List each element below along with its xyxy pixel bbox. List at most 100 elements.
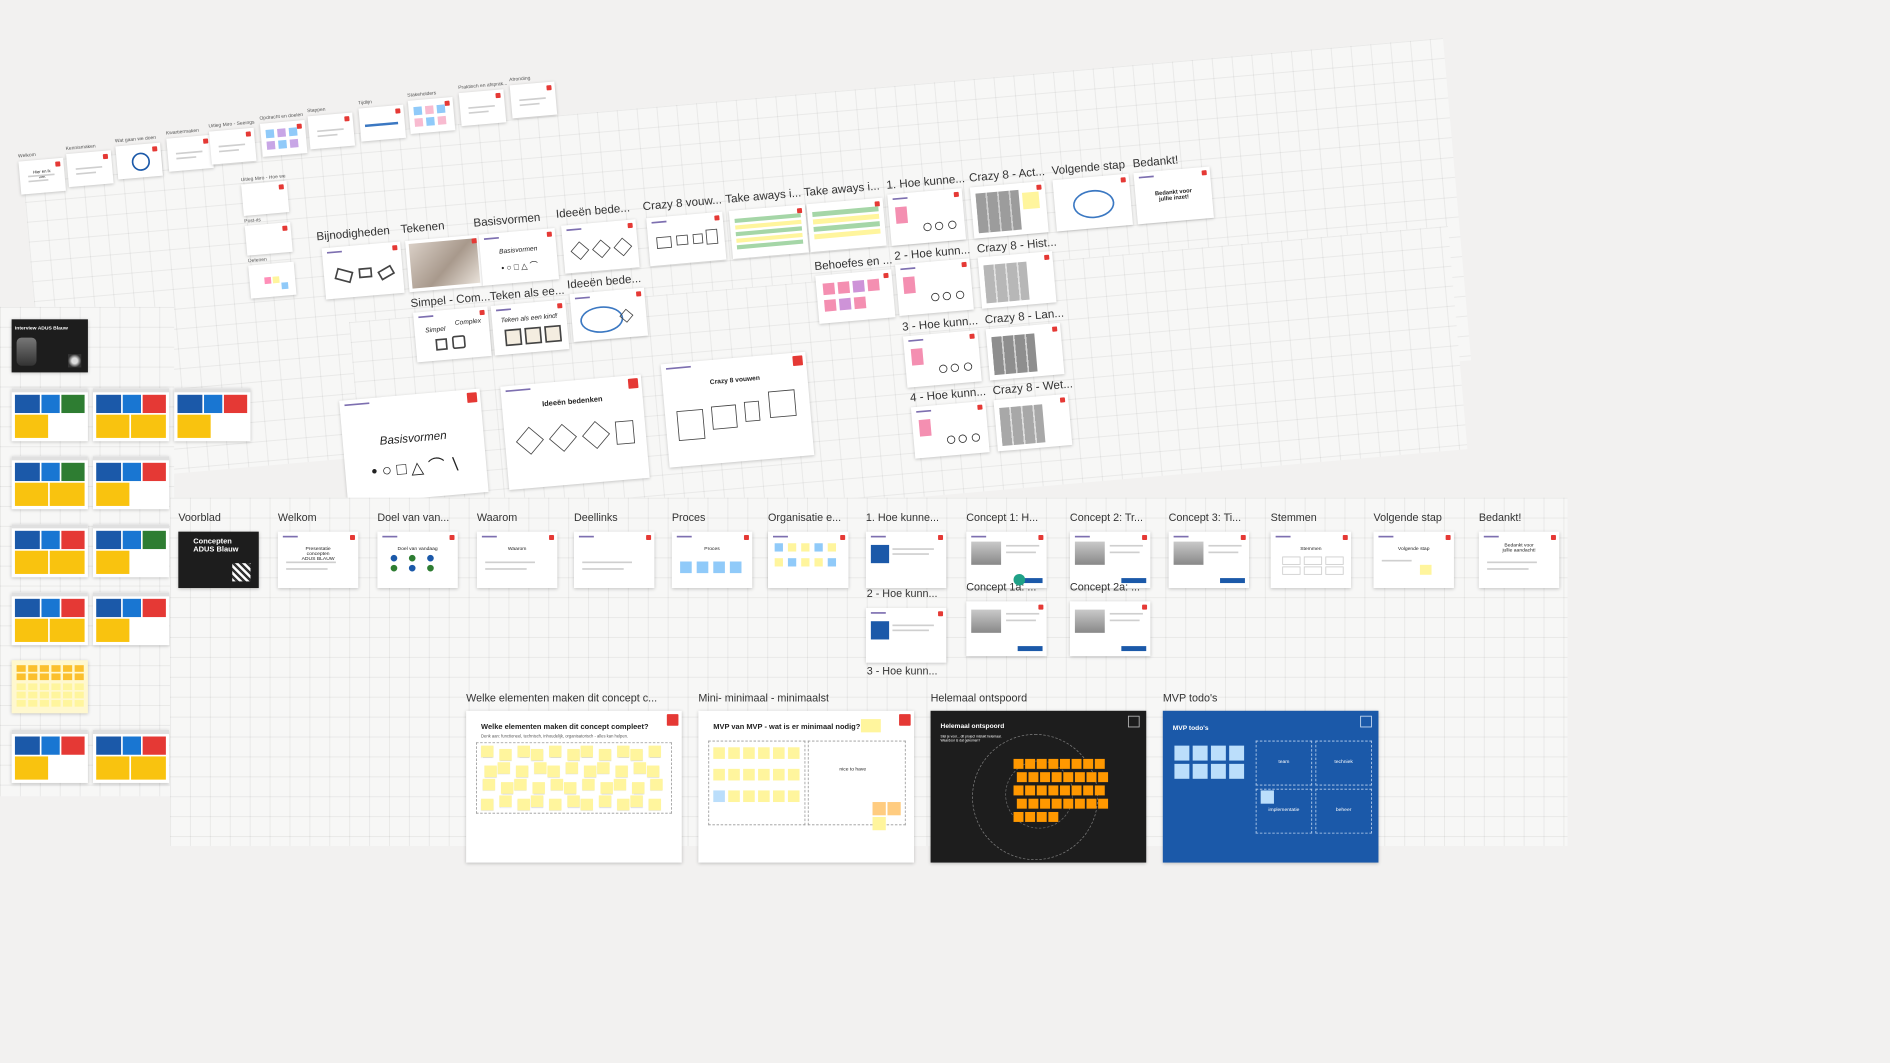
text-line: [317, 128, 344, 133]
portrait-photo: [16, 337, 37, 366]
frame-volgende-stap[interactable]: [1052, 173, 1133, 232]
frame-crazy8-lan[interactable]: [985, 322, 1065, 381]
presentation-frame[interactable]: [573, 531, 655, 589]
persona-board[interactable]: [11, 388, 88, 442]
miro-board[interactable]: Welkom Hier en ik ziet Kennismaken Wat gaan…: [0, 0, 1568, 882]
intro-frame[interactable]: [407, 97, 456, 134]
board-title: MVP todo's: [1172, 724, 1209, 732]
frame-oefenen[interactable]: [248, 261, 297, 299]
presentation-frame[interactable]: Presentatie concepten ADUS BLAUW: [277, 531, 359, 589]
frame-interview-adus[interactable]: Interview ADUS Blauw: [11, 319, 88, 373]
intro-frame[interactable]: [166, 134, 214, 172]
board-helemaal-ontspoord[interactable]: Helemaal ontspoord Stel je voor... dit p…: [930, 710, 1147, 863]
persona-board[interactable]: [92, 729, 170, 783]
presentation-frame[interactable]: Doel van vandaag: [377, 531, 458, 589]
frame-label: Deellinks: [573, 510, 618, 524]
sticky-note: [281, 282, 289, 290]
frame-teken-als-kind[interactable]: Teken als een kind!: [490, 299, 570, 356]
frame-take-aways-1[interactable]: [728, 204, 810, 259]
presentation-frame[interactable]: Proces: [671, 531, 753, 589]
corner-marker: [495, 92, 501, 99]
slide-basisvormen-large[interactable]: Basisvormen • ○ □ △ ⌒ ∖: [339, 388, 489, 505]
frame-hoe-kunnen-2b[interactable]: [865, 607, 947, 663]
frame-post-its[interactable]: [244, 221, 293, 256]
frame-ideeen-bedenken-1[interactable]: [561, 219, 640, 274]
sticky-note: [549, 798, 562, 811]
persona-board[interactable]: [92, 524, 170, 578]
corner-marker: [395, 108, 401, 114]
intro-frame[interactable]: [458, 89, 507, 127]
intro-frame[interactable]: [307, 112, 356, 150]
persona-board[interactable]: [92, 592, 170, 646]
sticky-note: [787, 790, 800, 803]
frame-ideeen-bedenken-2[interactable]: [569, 287, 649, 343]
logo-icon: [971, 535, 987, 541]
frame-crazy8-hist[interactable]: [977, 251, 1057, 309]
persona-board[interactable]: [11, 524, 88, 578]
corner-marker: [1342, 534, 1348, 540]
frame-uitleg-hoe[interactable]: [241, 180, 290, 217]
presentation-frame[interactable]: [1069, 531, 1151, 589]
frame-bijnodigheden[interactable]: [321, 241, 405, 300]
frame-hoe-kunnen-2[interactable]: [895, 258, 974, 316]
frame-simpel-complex[interactable]: Simpel Complex: [413, 306, 492, 363]
sticky-note: [617, 798, 630, 811]
board-welke-elementen[interactable]: Welke elementen maken dit concept comple…: [466, 710, 682, 863]
frame-behoeftes[interactable]: [815, 269, 896, 324]
presentation-frame[interactable]: Bedankt voor jullie aandacht!: [1478, 531, 1560, 589]
persona-board[interactable]: [11, 592, 88, 646]
intro-frame[interactable]: [115, 142, 163, 180]
intro-frame[interactable]: [358, 104, 407, 142]
logo-icon: [495, 308, 512, 315]
frame-hoe-kunnen-1[interactable]: [887, 188, 967, 246]
persona-board[interactable]: [11, 660, 88, 714]
frame-tekenen[interactable]: [405, 234, 484, 293]
frame-crazy8-act[interactable]: [969, 180, 1049, 239]
persona-board[interactable]: [92, 456, 170, 510]
text-line: [1109, 612, 1143, 615]
header-band: [92, 524, 170, 529]
sticky-note: [1210, 763, 1226, 779]
presentation-frame[interactable]: [865, 531, 947, 589]
slide-ideeen-bedenken-large[interactable]: Ideeën bedenken: [500, 374, 650, 491]
persona-board[interactable]: [11, 456, 88, 510]
sticky-note: [743, 768, 755, 781]
frame-hoe-kunnen-4[interactable]: [910, 400, 990, 459]
frame-concept-1a[interactable]: [966, 601, 1047, 657]
presentation-frame[interactable]: Waarom: [476, 531, 558, 589]
dot: [427, 554, 434, 562]
yellow-block: [14, 414, 49, 438]
presentation-frame[interactable]: [768, 531, 849, 589]
frame-crazy8-wet[interactable]: [993, 393, 1073, 452]
presentation-frame[interactable]: [966, 531, 1047, 589]
sticky-note: [1174, 745, 1190, 761]
presentation-frame[interactable]: Volgende stap: [1373, 531, 1454, 589]
intro-frame[interactable]: [66, 150, 114, 188]
corner-marker: [546, 85, 552, 91]
intro-frame[interactable]: [209, 127, 257, 165]
intro-frame[interactable]: [259, 119, 308, 157]
frame-basisvormen[interactable]: Basisvormen • ○ □ △ ⌒: [478, 227, 560, 286]
frame-crazy8-vouwen[interactable]: [646, 211, 727, 267]
presentation-frame[interactable]: Stemmen: [1270, 531, 1352, 589]
sticky-note: [801, 543, 810, 552]
intro-frame[interactable]: Hier en ik ziet: [18, 157, 66, 195]
board-mvp-todos[interactable]: MVP todo's team techniek implementatie b…: [1162, 710, 1379, 863]
slide-crazy8-large[interactable]: Crazy 8 vouwen: [660, 351, 815, 468]
frame-hoe-kunnen-3[interactable]: [902, 330, 982, 388]
cell-label: techniek: [1334, 759, 1353, 765]
presentation-frame[interactable]: Concepten ADUS Blauw: [178, 531, 259, 589]
persona-board[interactable]: [11, 729, 88, 783]
frame-bedankt[interactable]: Bedankt voor jullie inzet!: [1133, 166, 1214, 225]
persona-board[interactable]: [92, 388, 170, 442]
frame-take-aways-2[interactable]: [806, 197, 887, 253]
sticky-note: [1229, 763, 1245, 779]
presentation-frame[interactable]: [1168, 531, 1250, 589]
corner-marker: [627, 222, 633, 229]
cursor-avatar[interactable]: [1013, 573, 1026, 586]
frame-label: 3 - Hoe kunn...: [866, 664, 938, 677]
board-mvp-minimaal[interactable]: MVP van MVP - wat is er minimaal nodig? …: [698, 710, 914, 863]
frame-concept-2a[interactable]: [1069, 601, 1151, 657]
persona-board[interactable]: [174, 388, 251, 442]
intro-frame[interactable]: [509, 81, 558, 119]
